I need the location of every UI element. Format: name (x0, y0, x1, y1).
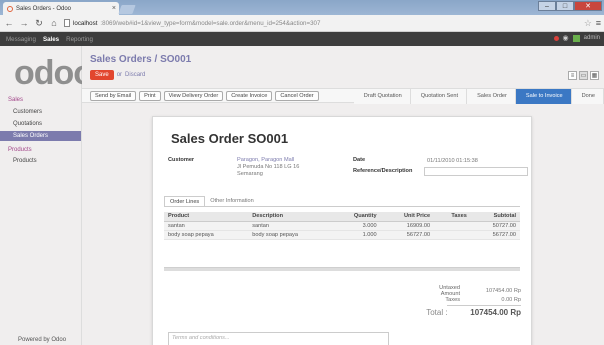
reference-input[interactable] (424, 167, 528, 176)
new-tab-button[interactable] (118, 5, 136, 14)
tab-divider (164, 206, 520, 207)
total-label: Total : (426, 308, 448, 317)
discard-button[interactable]: Discard (125, 72, 145, 78)
top-right-area: ◉ admin (553, 34, 600, 42)
form-view-icon[interactable]: ▭ (579, 71, 588, 80)
close-tab-icon[interactable]: × (112, 5, 116, 12)
address-bar[interactable]: localhost:8069/web#id=1&view_type=form&m… (64, 17, 584, 30)
date-field[interactable]: 01/11/2010 01:15:38 (427, 158, 478, 165)
col-subtotal[interactable]: Subtotal (470, 212, 520, 222)
table-row[interactable]: body soap pepaya body soap pepaya 1.000 … (164, 230, 520, 240)
main-content: Sales Orders / SO001 Save or Discard ≡ ▭… (82, 46, 604, 345)
browser-tab-title: Sales Orders - Odoo (16, 5, 72, 12)
discard-prefix: or (116, 72, 123, 78)
bookmark-star-icon[interactable]: ☆ (584, 18, 592, 29)
status-sales-order[interactable]: Sales Order (467, 89, 516, 104)
window-controls: – □ ✕ (538, 1, 602, 11)
action-toolbar: Send by Email Print View Delivery Order … (82, 88, 604, 104)
sidebar-section-sales: Sales (8, 97, 24, 103)
form-sheet: Sales Order SO001 Customer Paragon, Para… (152, 116, 532, 345)
col-unit-price[interactable]: Unit Price (380, 212, 435, 222)
notification-icon[interactable] (553, 35, 559, 41)
status-done[interactable]: Done (571, 89, 604, 104)
minimize-icon[interactable]: – (538, 1, 556, 11)
status-sale-to-invoice[interactable]: Sale to Invoice (515, 89, 572, 104)
print-button[interactable]: Print (139, 91, 161, 101)
sidebar-item-customers[interactable]: Customers (0, 107, 81, 117)
back-arrow-icon[interactable]: ← (4, 18, 14, 28)
total-amount: 107454.00 Rp (470, 308, 521, 317)
totals-block: Untaxed Amount 107454.00 Rp Taxes 0.00 R… (409, 284, 521, 319)
powered-by[interactable]: Powered by Odoo (18, 337, 66, 343)
page-title: Sales Order SO001 (171, 131, 289, 146)
close-window-icon[interactable]: ✕ (574, 1, 602, 11)
send-by-email-button[interactable]: Send by Email (90, 91, 137, 101)
status-draft-quotation[interactable]: Draft Quotation (353, 89, 411, 104)
odoo-top-menu: Messaging Sales Reporting (0, 32, 604, 46)
terms-textarea[interactable]: Terms and conditions... (168, 332, 389, 345)
status-quotation-sent[interactable]: Quotation Sent (410, 89, 468, 104)
breadcrumb: Sales Orders / SO001 (90, 54, 192, 65)
browser-menu-icon[interactable]: ≡ (596, 18, 601, 28)
date-label: Date (353, 157, 366, 163)
sidebar-section-products: Products (8, 147, 32, 153)
forward-arrow-icon[interactable]: → (19, 18, 29, 28)
menu-sales[interactable]: Sales (43, 36, 59, 43)
col-product[interactable]: Product (164, 212, 249, 222)
calendar-view-icon[interactable]: ▦ (590, 71, 599, 80)
taxes-amount: 0.00 Rp (501, 296, 521, 303)
browser-tab-bar: Sales Orders - Odoo × – □ ✕ (0, 0, 604, 15)
url-host: localhost (73, 19, 98, 27)
breadcrumb-current: SO001 (160, 54, 192, 65)
breadcrumb-parent[interactable]: Sales Orders (90, 54, 152, 65)
create-invoice-button[interactable]: Create Invoice (226, 91, 273, 101)
col-description[interactable]: Description (248, 212, 333, 222)
reference-label: Reference/Description (353, 168, 413, 174)
user-menu[interactable]: admin (584, 35, 600, 41)
cancel-order-button[interactable]: Cancel Order (275, 91, 319, 101)
sidebar-item-products[interactable]: Products (0, 156, 81, 166)
url-path: :8069/web#id=1&view_type=form&model=sale… (100, 19, 321, 27)
browser-toolbar: ← → ↻ ⌂ localhost:8069/web#id=1&view_typ… (0, 15, 604, 32)
left-sidebar: odoo Sales Customers Quotations Sales Or… (0, 46, 94, 345)
save-row: Save or Discard (90, 70, 145, 80)
table-row[interactable]: santan santan 3.000 16909.00 50727.00 (164, 221, 520, 231)
status-bar: Draft Quotation Quotation Sent Sales Ord… (353, 89, 604, 104)
taxes-label: Taxes (445, 296, 460, 303)
odoo-favicon-icon (7, 5, 13, 12)
reload-icon[interactable]: ↻ (34, 18, 44, 29)
untaxed-amount: 107454.00 Rp (485, 287, 521, 294)
order-lines-table: Product Description Quantity Unit Price … (164, 212, 520, 240)
col-quantity[interactable]: Quantity (332, 212, 381, 222)
customer-label: Customer (168, 157, 195, 163)
col-taxes[interactable]: Taxes (434, 212, 471, 222)
table-footer-bar (164, 267, 520, 271)
sidebar-item-sales-orders[interactable]: Sales Orders (0, 131, 81, 141)
avatar[interactable] (572, 34, 580, 42)
list-view-icon[interactable]: ≡ (568, 71, 577, 80)
customer-value[interactable]: Paragon, Paragon Mall Jl Pemuda No 118 L… (237, 157, 299, 178)
menu-reporting[interactable]: Reporting (66, 36, 93, 43)
chat-bubble-icon[interactable]: ◉ (563, 34, 569, 42)
page-icon (64, 19, 70, 27)
view-delivery-order-button[interactable]: View Delivery Order (163, 91, 224, 101)
sidebar-item-quotations[interactable]: Quotations (0, 119, 81, 129)
maximize-icon[interactable]: □ (556, 1, 574, 11)
menu-messaging[interactable]: Messaging (6, 36, 36, 43)
view-switcher: ≡ ▭ ▦ (568, 71, 599, 80)
save-button[interactable]: Save (90, 70, 114, 80)
table-header-row: Product Description Quantity Unit Price … (164, 212, 520, 222)
browser-tab[interactable]: Sales Orders - Odoo × (3, 2, 119, 15)
home-icon[interactable]: ⌂ (49, 18, 59, 28)
untaxed-label: Untaxed Amount (439, 284, 460, 297)
